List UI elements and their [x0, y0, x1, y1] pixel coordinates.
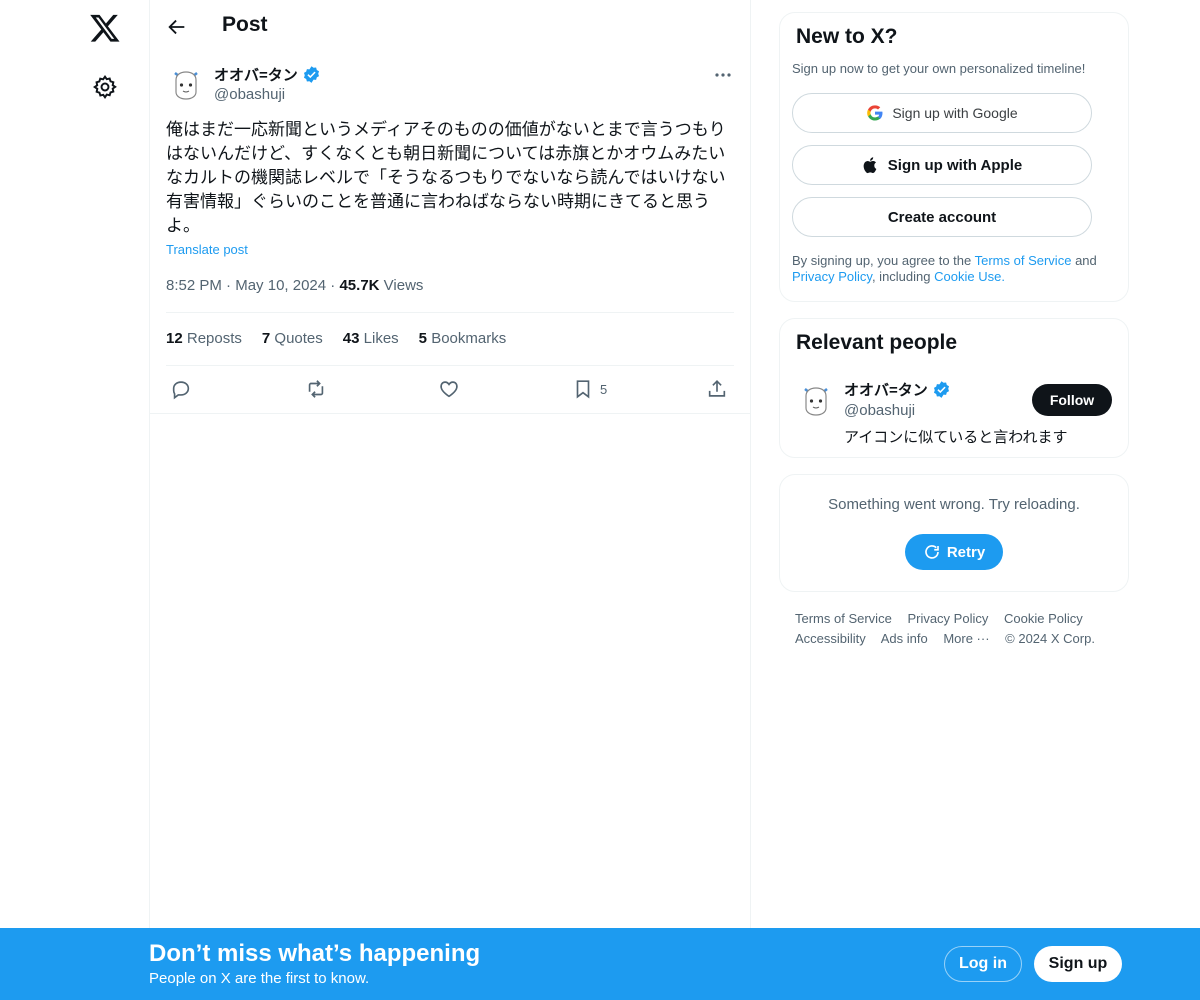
retry-button[interactable]: Retry	[905, 534, 1003, 570]
footer-terms-link[interactable]: Terms of Service	[795, 611, 892, 626]
x-logo-icon[interactable]	[89, 12, 121, 44]
post-text: 俺はまだ一応新聞というメディアそのものの価値がないとまで言うつもりはないんだけど…	[166, 120, 726, 235]
follow-button[interactable]: Follow	[1032, 384, 1112, 416]
post-stats: 12 Reposts 7 Quotes 43 Likes 5 Bookmarks	[166, 330, 506, 347]
sign-up-apple-button[interactable]: Sign up with Apple	[792, 145, 1092, 185]
post-actions: 5	[166, 376, 736, 404]
author-handle[interactable]: @obashuji	[214, 86, 285, 103]
reposts-count: 12	[166, 330, 183, 347]
footer-links: Terms of Service Privacy Policy Cookie P…	[795, 609, 1115, 649]
error-card: Something went wrong. Try reloading. Ret…	[779, 474, 1129, 592]
meta-separator: ·	[226, 277, 236, 294]
post-date[interactable]: May 10, 2024	[235, 277, 326, 294]
error-message: Something went wrong. Try reloading.	[828, 496, 1080, 513]
log-in-button[interactable]: Log in	[944, 946, 1022, 982]
footer-more-link[interactable]: More ···	[943, 631, 989, 646]
repost-button[interactable]	[304, 376, 328, 402]
verified-badge-icon	[303, 66, 319, 83]
views-count: 45.7K	[339, 277, 380, 294]
post-meta: 8:52 PM · May 10, 2024 · 45.7K Views	[166, 277, 423, 294]
legal-period: .	[1001, 269, 1005, 284]
signup-subtitle: Sign up now to get your own personalized…	[792, 61, 1086, 76]
quotes-label: Quotes	[274, 330, 323, 347]
banner-title: Don’t miss what’s happening	[149, 940, 481, 967]
avatar[interactable]	[796, 379, 836, 419]
repost-icon	[308, 380, 324, 398]
likes-label: Likes	[363, 330, 399, 347]
reply-button[interactable]	[170, 376, 192, 402]
apple-icon	[863, 157, 877, 174]
login-banner: Don’t miss what’s happening People on X …	[0, 928, 1200, 1000]
signup-title: New to X?	[796, 25, 898, 48]
divider	[150, 413, 750, 414]
quotes-stat[interactable]: 7 Quotes	[262, 330, 323, 347]
footer-cookie-link[interactable]: Cookie Policy	[1004, 611, 1083, 626]
bookmark-icon	[576, 380, 590, 399]
retry-label: Retry	[946, 543, 986, 561]
legal-including: , including	[871, 269, 931, 284]
relevant-person-bio: アイコンに似ていると言われます	[844, 429, 1068, 446]
sign-up-google-button[interactable]: Sign up with Google	[792, 93, 1092, 133]
author-name[interactable]: オオバ=タン	[214, 64, 321, 85]
footer-copyright: © 2024 X Corp.	[1005, 631, 1095, 646]
share-button[interactable]	[706, 376, 728, 402]
bookmark-button[interactable]: 5	[572, 376, 607, 402]
verified-badge-icon	[933, 381, 949, 398]
divider	[166, 312, 734, 313]
quotes-count: 7	[261, 330, 271, 347]
more-icon[interactable]	[710, 66, 736, 84]
author-name-text: オオバ=タン	[214, 67, 298, 84]
translate-post-link[interactable]: Translate post	[166, 242, 248, 257]
relevant-person-name-text: オオバ=タン	[844, 382, 928, 399]
create-account-button[interactable]: Create account	[792, 197, 1092, 237]
reply-icon	[172, 381, 190, 400]
banner-subtitle: People on X are the first to know.	[149, 970, 370, 987]
like-button[interactable]	[438, 376, 460, 402]
page-title: Post	[222, 13, 268, 36]
relevant-person-handle[interactable]: @obashuji	[844, 402, 915, 419]
legal-prefix: By signing up, you agree to the	[792, 253, 972, 268]
bookmark-count: 5	[600, 381, 608, 397]
like-icon	[440, 381, 458, 398]
relevant-people-title: Relevant people	[796, 331, 958, 354]
create-account-label: Create account	[887, 208, 997, 226]
likes-stat[interactable]: 43 Likes	[343, 330, 399, 347]
bookmarks-stat[interactable]: 5 Bookmarks	[419, 330, 507, 347]
cookie-use-link[interactable]: Cookie Use	[934, 269, 1001, 284]
footer-privacy-link[interactable]: Privacy Policy	[907, 611, 988, 626]
reposts-stat[interactable]: 12 Reposts	[166, 330, 242, 347]
footer-ads-link[interactable]: Ads info	[881, 631, 928, 646]
share-icon	[708, 380, 726, 397]
bookmarks-label: Bookmarks	[431, 330, 507, 347]
divider	[166, 365, 734, 366]
avatar[interactable]	[166, 63, 206, 103]
reposts-label: Reposts	[186, 330, 242, 347]
signup-legal: By signing up, you agree to the Terms of…	[792, 253, 1112, 285]
privacy-link[interactable]: Privacy Policy	[792, 269, 872, 284]
views-label: Views	[383, 277, 424, 294]
retry-icon	[925, 545, 939, 559]
relevant-people-card: Relevant people オオバ=タン @obashuji アイコンに似て…	[779, 318, 1129, 458]
sign-up-button[interactable]: Sign up	[1034, 946, 1122, 982]
google-icon	[867, 105, 883, 121]
signup-card: New to X? Sign up now to get your own pe…	[779, 12, 1129, 302]
footer-accessibility-link[interactable]: Accessibility	[795, 631, 866, 646]
post-time[interactable]: 8:52 PM	[166, 277, 222, 294]
likes-count: 43	[342, 330, 360, 347]
google-label: Sign up with Google	[892, 105, 1018, 121]
back-arrow-icon[interactable]	[166, 16, 188, 38]
terms-link[interactable]: Terms of Service	[975, 253, 1072, 268]
post-column: Post オオバ=タン @obashuji 俺はまだ一応新聞というメディアそのも…	[149, 0, 751, 1000]
legal-and: and	[1075, 253, 1097, 268]
gear-icon[interactable]	[92, 74, 118, 100]
relevant-person-name[interactable]: オオバ=タン	[844, 379, 951, 400]
apple-label: Sign up with Apple	[887, 156, 1023, 174]
left-nav	[0, 0, 150, 1000]
bookmarks-count: 5	[418, 330, 428, 347]
